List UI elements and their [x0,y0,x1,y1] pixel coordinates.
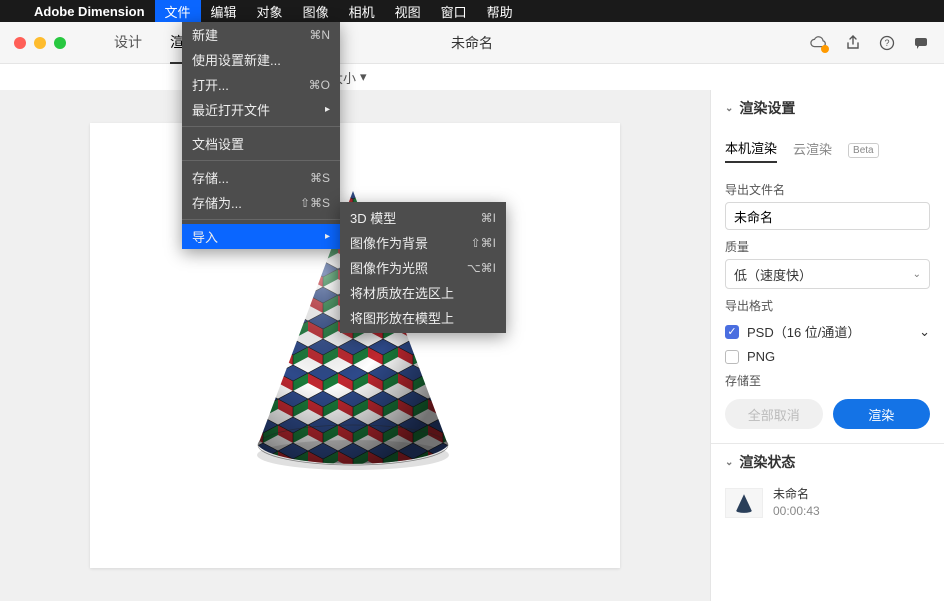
saveto-label: 存储至 [725,372,930,389]
menu-file[interactable]: 文件 [155,0,201,22]
svg-text:?: ? [884,38,889,48]
chevron-down-icon: ⌄ [913,269,921,280]
menu-import[interactable]: 导入▸ [182,224,340,249]
menu-help[interactable]: 帮助 [477,0,523,22]
png-checkbox[interactable] [725,350,739,364]
render-toolbar: 大小 ▾ [0,64,944,90]
render-settings-title: 渲染设置 [739,98,795,118]
menu-image[interactable]: 图像 [293,0,339,22]
menu-camera[interactable]: 相机 [339,0,385,22]
submenu-3d-model[interactable]: 3D 模型⌘I [340,205,506,230]
render-thumbnail [725,488,763,518]
artboard [90,123,620,568]
document-title: 未命名 [451,33,493,53]
menu-save[interactable]: 存储...⌘S [182,165,340,190]
mac-menubar: Adobe Dimension 文件 编辑 对象 图像 相机 视图 窗口 帮助 [0,0,944,22]
tab-local-render[interactable]: 本机渲染 [725,138,777,163]
menu-recent-files[interactable]: 最近打开文件▸ [182,97,340,122]
menu-edit[interactable]: 编辑 [201,0,247,22]
tab-cloud-render[interactable]: 云渲染 [793,139,832,162]
render-status-name: 未命名 [773,486,820,503]
chevron-down-icon[interactable]: ⌄ [919,324,930,340]
submenu-graphic-on-model[interactable]: 将图形放在模型上 [340,305,506,330]
main-area: ⌄ 渲染设置 本机渲染 云渲染 Beta 导出文件名 质量 低（速度快） ⌄ 导… [0,90,944,601]
canvas-area[interactable] [0,90,710,601]
beta-badge: Beta [848,143,879,158]
share-icon[interactable] [844,34,862,52]
menu-object[interactable]: 对象 [247,0,293,22]
render-status-row[interactable]: 未命名 00:00:43 [725,486,930,520]
menu-new[interactable]: 新建⌘N [182,22,340,47]
menu-window[interactable]: 窗口 [431,0,477,22]
menu-view[interactable]: 视图 [385,0,431,22]
help-icon[interactable]: ? [878,34,896,52]
zoom-window-button[interactable] [54,37,66,49]
mode-tab-design[interactable]: 设计 [114,22,142,64]
quality-value: 低（速度快） [734,265,812,284]
menu-open[interactable]: 打开...⌘O [182,72,340,97]
format-label: 导出格式 [725,297,930,314]
quality-select[interactable]: 低（速度快） ⌄ [725,259,930,289]
submenu-image-as-background[interactable]: 图像作为背景⇧⌘I [340,230,506,255]
cloud-sync-icon[interactable] [810,34,828,52]
close-window-button[interactable] [14,37,26,49]
render-settings-header[interactable]: ⌄ 渲染设置 [711,90,944,122]
file-menu-dropdown: 新建⌘N 使用设置新建... 打开...⌘O 最近打开文件▸ 文档设置 存储..… [182,22,340,249]
feedback-icon[interactable] [912,34,930,52]
chevron-down-icon: ⌄ [725,457,733,468]
submenu-material-on-selection[interactable]: 将材质放在选区上 [340,280,506,305]
filename-input[interactable] [725,202,930,230]
render-status-time: 00:00:43 [773,503,820,520]
app-name: Adobe Dimension [24,4,155,19]
cancel-all-button[interactable]: 全部取消 [725,399,823,429]
traffic-lights [0,37,66,49]
png-label: PNG [747,349,775,364]
right-panel: ⌄ 渲染设置 本机渲染 云渲染 Beta 导出文件名 质量 低（速度快） ⌄ 导… [710,90,944,601]
render-button[interactable]: 渲染 [833,399,931,429]
psd-checkbox[interactable]: ✓ [725,325,739,339]
menu-doc-settings[interactable]: 文档设置 [182,131,340,156]
import-submenu: 3D 模型⌘I 图像作为背景⇧⌘I 图像作为光照⌥⌘I 将材质放在选区上 将图形… [340,202,506,333]
menu-save-as[interactable]: 存储为...⇧⌘S [182,190,340,215]
titlebar: 设计 渲染 未命名 ? [0,22,944,64]
size-dropdown-chevron[interactable]: ▾ [360,69,367,85]
render-status-header[interactable]: ⌄ 渲染状态 [711,444,944,476]
minimize-window-button[interactable] [34,37,46,49]
submenu-image-as-light[interactable]: 图像作为光照⌥⌘I [340,255,506,280]
filename-label: 导出文件名 [725,181,930,198]
render-status-title: 渲染状态 [739,452,795,472]
quality-label: 质量 [725,238,930,255]
psd-label: PSD（16 位/通道） [747,322,860,341]
menu-new-with-settings[interactable]: 使用设置新建... [182,47,340,72]
chevron-down-icon: ⌄ [725,103,733,114]
